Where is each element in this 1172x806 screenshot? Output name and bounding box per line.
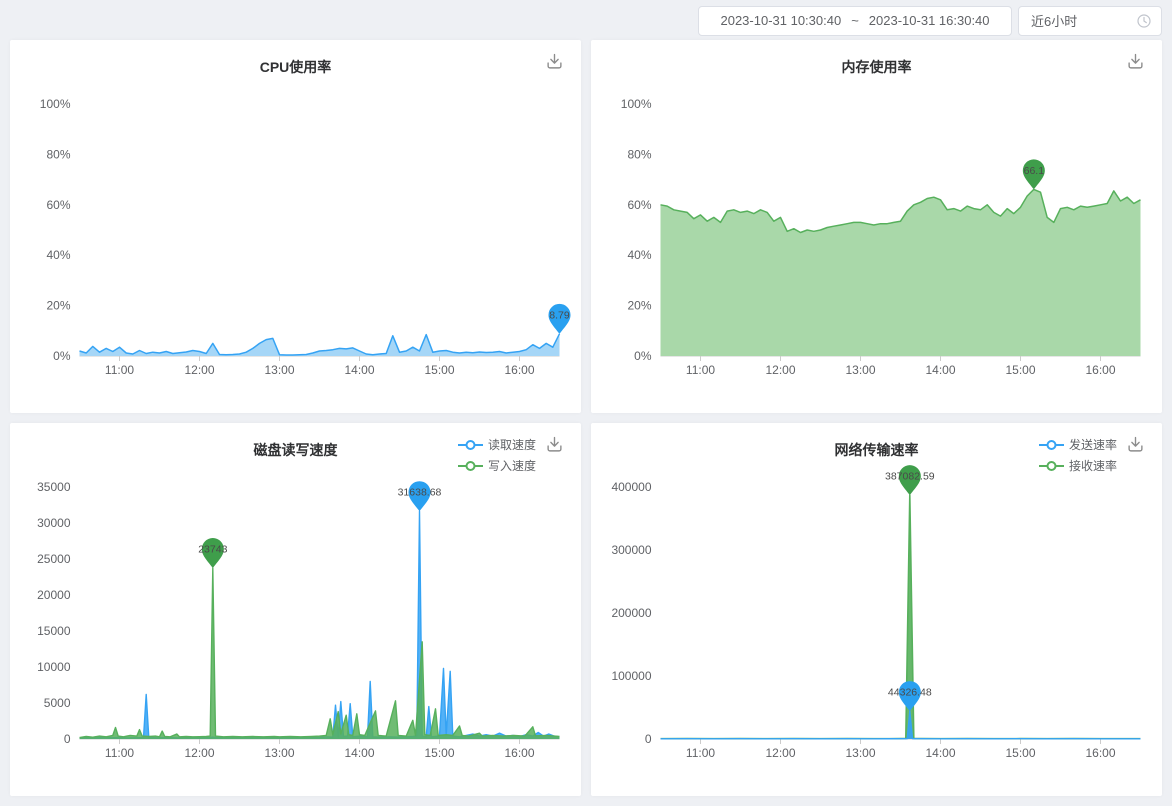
svg-text:13:00: 13:00 [264, 363, 294, 377]
svg-text:35000: 35000 [37, 480, 71, 494]
svg-text:10000: 10000 [37, 660, 71, 674]
svg-text:15:00: 15:00 [1005, 363, 1035, 377]
marker-label: 23743 [198, 544, 227, 556]
chart-legend: 发送速率接收速率 [1039, 436, 1117, 474]
svg-text:12:00: 12:00 [184, 363, 214, 377]
svg-text:0%: 0% [53, 349, 71, 363]
card-header: CPU使用率 [10, 40, 581, 88]
card-header: 磁盘读写速度 读取速度写入速度 [10, 423, 581, 471]
date-range-separator: ~ [851, 13, 859, 28]
svg-text:11:00: 11:00 [105, 363, 134, 377]
svg-text:13:00: 13:00 [845, 746, 875, 760]
cpu-usage-card: CPU使用率 0% 20% 40% 60% 80% 100% 11:00 12:00 13:00… [10, 40, 581, 413]
download-icon[interactable] [1127, 436, 1144, 453]
marker-label: 8.79 [549, 309, 570, 321]
charts-grid: CPU使用率 0% 20% 40% 60% 80% 100% 11:00 12:00 13:00… [10, 40, 1162, 796]
download-icon[interactable] [546, 436, 563, 453]
svg-text:12:00: 12:00 [765, 363, 795, 377]
svg-text:25000: 25000 [37, 552, 71, 566]
svg-text:11:00: 11:00 [686, 363, 715, 377]
svg-text:16:00: 16:00 [1085, 746, 1115, 760]
chart-title: 内存使用率 [591, 57, 1162, 77]
svg-text:20%: 20% [46, 299, 70, 313]
svg-text:14:00: 14:00 [925, 363, 955, 377]
chart-title: CPU使用率 [10, 57, 581, 77]
legend-item-0[interactable]: 读取速度 [458, 436, 536, 453]
marker-label: 66.1 [1024, 165, 1045, 177]
svg-text:80%: 80% [46, 147, 70, 161]
disk-io-chart: 0 5000 10000 15000 20000 25000 30000 35000 11:00… [10, 471, 581, 771]
date-range-picker[interactable]: 2023-10-31 10:30:40 ~ 2023-10-31 16:30:4… [698, 6, 1012, 36]
svg-text:0: 0 [645, 732, 652, 746]
legend-marker-icon [458, 461, 483, 471]
svg-text:20%: 20% [627, 299, 651, 313]
svg-text:300000: 300000 [611, 543, 651, 557]
svg-text:40%: 40% [46, 248, 70, 262]
svg-text:20000: 20000 [37, 588, 71, 602]
svg-text:80%: 80% [627, 147, 651, 161]
svg-text:0: 0 [64, 732, 71, 746]
svg-text:12:00: 12:00 [184, 746, 214, 760]
svg-text:15:00: 15:00 [1005, 746, 1035, 760]
network-rate-card: 网络传输速率 发送速率接收速率 010000020000030000040000… [591, 423, 1162, 796]
svg-text:40%: 40% [627, 248, 651, 262]
legend-marker-icon [1039, 461, 1064, 471]
svg-text:15:00: 15:00 [424, 746, 454, 760]
svg-text:16:00: 16:00 [504, 363, 534, 377]
card-header: 内存使用率 [591, 40, 1162, 88]
svg-text:100000: 100000 [611, 669, 651, 683]
date-range-start: 2023-10-31 10:30:40 [720, 13, 841, 28]
download-icon[interactable] [546, 53, 563, 70]
svg-text:200000: 200000 [611, 606, 651, 620]
chart-legend: 读取速度写入速度 [458, 436, 536, 474]
svg-text:100%: 100% [621, 97, 652, 111]
legend-item-1[interactable]: 接收速率 [1039, 457, 1117, 474]
svg-text:14:00: 14:00 [344, 363, 374, 377]
marker-label: 31638.68 [398, 487, 442, 499]
svg-text:16:00: 16:00 [504, 746, 534, 760]
svg-text:0%: 0% [634, 349, 652, 363]
dashboard-page: 2023-10-31 10:30:40 ~ 2023-10-31 16:30:4… [0, 0, 1172, 806]
legend-item-0[interactable]: 发送速率 [1039, 436, 1117, 453]
svg-text:60%: 60% [627, 198, 651, 212]
network-rate-chart: 0 100000 200000 300000 400000 11:00 12:00 13:00… [591, 471, 1162, 771]
cpu-usage-chart: 0% 20% 40% 60% 80% 100% 11:00 12:00 13:00 14:00 15… [10, 88, 581, 388]
svg-text:100%: 100% [40, 97, 71, 111]
toolbar: 2023-10-31 10:30:40 ~ 2023-10-31 16:30:4… [10, 0, 1162, 40]
svg-text:11:00: 11:00 [105, 746, 134, 760]
marker-label: 44326.48 [888, 687, 932, 699]
svg-text:16:00: 16:00 [1085, 363, 1115, 377]
download-icon[interactable] [1127, 53, 1144, 70]
svg-text:60%: 60% [46, 198, 70, 212]
svg-text:13:00: 13:00 [845, 363, 875, 377]
memory-usage-chart: 0% 20% 40% 60% 80% 100% 11:00 12:00 13:00 14:00 15… [591, 88, 1162, 388]
svg-text:400000: 400000 [611, 480, 651, 494]
svg-text:12:00: 12:00 [765, 746, 795, 760]
date-range-end: 2023-10-31 16:30:40 [869, 13, 990, 28]
svg-text:11:00: 11:00 [686, 746, 715, 760]
memory-usage-card: 内存使用率 0% 20% 40% 60% 80% 100% 11:00 12:00 13:00 1… [591, 40, 1162, 413]
card-header: 网络传输速率 发送速率接收速率 [591, 423, 1162, 471]
svg-text:15:00: 15:00 [424, 363, 454, 377]
disk-io-card: 磁盘读写速度 读取速度写入速度 050001000015000200002500… [10, 423, 581, 796]
svg-text:15000: 15000 [37, 624, 71, 638]
svg-text:5000: 5000 [44, 696, 71, 710]
legend-item-1[interactable]: 写入速度 [458, 457, 536, 474]
svg-text:14:00: 14:00 [344, 746, 374, 760]
svg-text:14:00: 14:00 [925, 746, 955, 760]
svg-text:30000: 30000 [37, 516, 71, 530]
time-preset-select[interactable]: 近6小时 [1018, 6, 1162, 36]
clock-icon [1137, 14, 1151, 28]
legend-marker-icon [1039, 440, 1064, 450]
time-preset-value: 近6小时 [1031, 11, 1077, 30]
legend-marker-icon [458, 440, 483, 450]
svg-text:13:00: 13:00 [264, 746, 294, 760]
marker-label: 387082.59 [885, 471, 935, 483]
